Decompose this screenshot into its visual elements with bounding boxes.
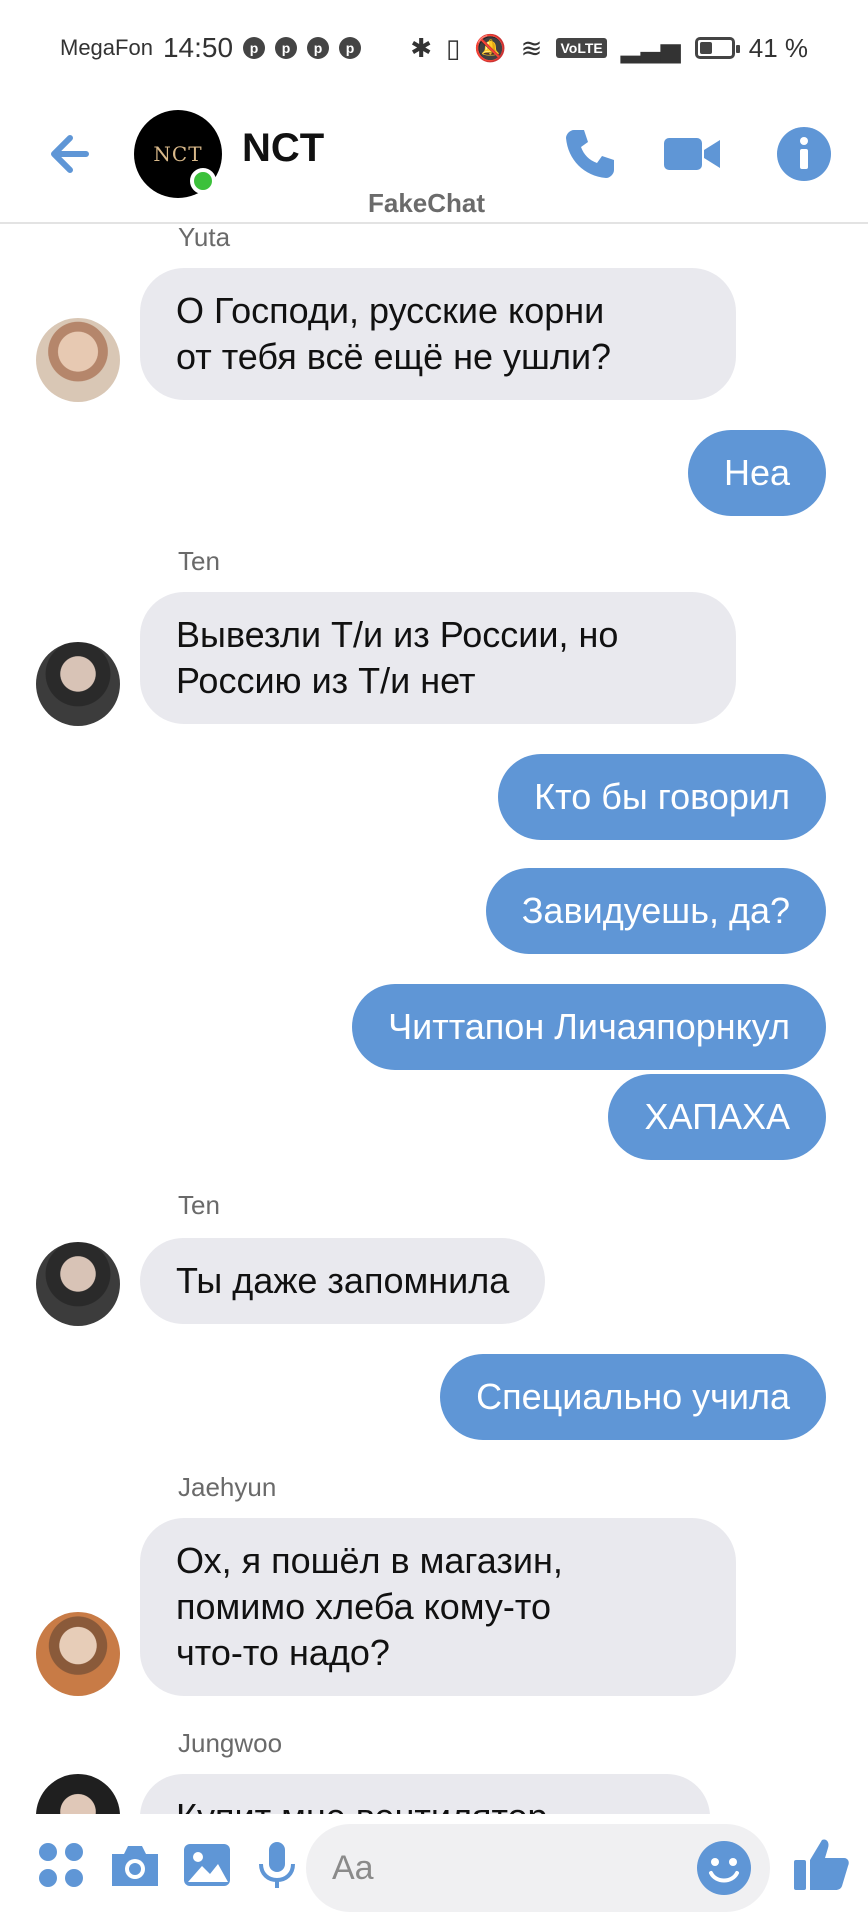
sender-name: Jungwoo: [178, 1728, 283, 1758]
watermark: FakeChat: [368, 188, 486, 218]
back-arrow-icon[interactable]: [46, 126, 102, 182]
apps-icon[interactable]: [34, 1838, 88, 1892]
pinterest-icon: p: [243, 37, 266, 59]
avatar[interactable]: [36, 318, 120, 402]
incoming-message[interactable]: Ох, я пошёл в магазин, помимо хлеба кому…: [140, 1518, 736, 1696]
carrier-name: MegaFon: [60, 35, 153, 60]
status-left: MegaFon 14:50 p p p p: [60, 32, 362, 64]
avatar[interactable]: [36, 1612, 120, 1696]
avatar[interactable]: [36, 1242, 120, 1326]
outgoing-message[interactable]: Кто бы говорил: [498, 754, 826, 840]
mic-icon[interactable]: [250, 1838, 304, 1892]
message-list[interactable]: Yuta О Господи, русские корни от тебя вс…: [0, 224, 868, 1814]
like-icon[interactable]: [790, 1834, 852, 1896]
image-icon[interactable]: [180, 1838, 234, 1892]
outgoing-message[interactable]: ХАПАХА: [608, 1074, 826, 1160]
online-status-dot: [190, 168, 216, 194]
input-placeholder: Aa: [332, 1848, 374, 1887]
sender-name: Jaehyun: [178, 1472, 277, 1502]
vibrate-icon: ▯: [445, 32, 461, 63]
bluetooth-icon: ✱: [410, 32, 432, 63]
avatar[interactable]: [36, 642, 120, 726]
group-logo: NCT: [153, 142, 203, 166]
pinterest-icon: p: [307, 37, 330, 59]
incoming-message[interactable]: О Господи, русские корни от тебя всё ещё…: [140, 268, 736, 400]
pinterest-icon: p: [339, 37, 362, 59]
status-right: ✱ ▯ 🔕 ≋ VoLTE ▂▃▅ 41 %: [410, 33, 808, 64]
wifi-icon: ≋: [520, 32, 543, 63]
pinterest-icon: p: [275, 37, 298, 59]
clock: 14:50: [162, 32, 234, 63]
info-icon[interactable]: [774, 124, 834, 184]
outgoing-message[interactable]: Специально учила: [440, 1354, 826, 1440]
battery-percent: 41 %: [748, 32, 808, 63]
message-input[interactable]: Aa: [306, 1824, 770, 1912]
composer-bar: Aa: [0, 1814, 868, 1920]
sender-name: Yuta: [178, 224, 231, 252]
outgoing-message[interactable]: Завидуешь, да?: [485, 868, 826, 954]
chat-header: NCT NCT FakeChat: [0, 96, 868, 224]
chat-title[interactable]: NCT: [242, 126, 324, 171]
emoji-icon[interactable]: [694, 1838, 754, 1898]
phone-icon[interactable]: [560, 124, 620, 184]
status-bar: MegaFon 14:50 p p p p ✱ ▯ 🔕 ≋ VoLTE ▂▃▅ …: [0, 0, 868, 96]
sender-name: Ten: [178, 546, 220, 576]
battery-fill: [699, 42, 712, 54]
camera-icon[interactable]: [108, 1838, 162, 1892]
incoming-message[interactable]: Купит мне вентилятор: [140, 1774, 710, 1814]
outgoing-message[interactable]: Читтапон Личаяпорнкул: [352, 984, 826, 1070]
signal-icon: ▂▃▅: [620, 32, 681, 63]
incoming-message[interactable]: Вывезли Т/и из России, но Россию из Т/и …: [140, 592, 736, 724]
incoming-message[interactable]: Ты даже запомнила: [140, 1238, 546, 1324]
outgoing-message[interactable]: Неа: [687, 430, 826, 516]
battery-icon: [694, 37, 740, 59]
volte-badge: VoLTE: [556, 38, 607, 58]
avatar[interactable]: [36, 1774, 120, 1814]
sender-name: Ten: [178, 1190, 220, 1220]
video-icon[interactable]: [662, 124, 722, 184]
mute-icon: 🔕: [474, 32, 507, 63]
